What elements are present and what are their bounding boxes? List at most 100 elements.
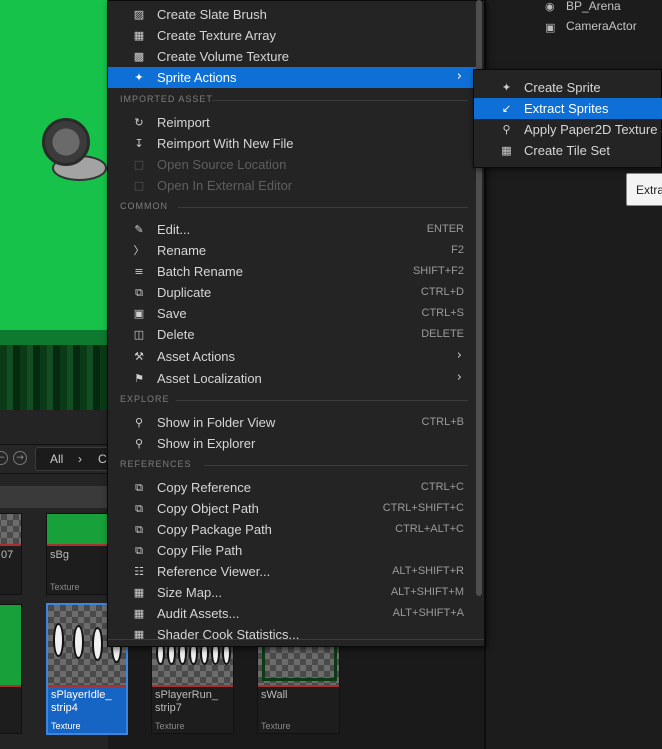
section-header-references: REFERENCES: [120, 459, 468, 473]
breadcrumb[interactable]: All › C: [35, 447, 115, 471]
outliner-item-camera-actor[interactable]: CameraActor: [566, 19, 637, 33]
breadcrumb-item[interactable]: All: [50, 452, 63, 466]
breadcrumb-item[interactable]: C: [98, 452, 107, 466]
menu-item-shortcut: CTRL+D: [420, 286, 464, 298]
asset-type: Texture: [50, 582, 80, 592]
menu-item-edit[interactable]: ✎ Edit... ENTER: [108, 219, 476, 240]
asset-tile[interactable]: 07: [0, 513, 22, 595]
content-browser-path-bar: [0, 486, 108, 508]
menu-item-label: Audit Assets...: [157, 606, 240, 621]
copy-icon: ⧉: [135, 502, 143, 515]
asset-tile[interactable]: [0, 604, 22, 734]
chevron-right-icon: ›: [456, 348, 462, 363]
menu-item-shortcut: ENTER: [426, 223, 464, 235]
menu-item-reference-viewer[interactable]: ☷ Reference Viewer... ALT+SHIFT+R: [108, 561, 476, 582]
flag-icon: ⚑: [134, 372, 144, 385]
submenu-item-apply-paper2d-texture[interactable]: ⚲ Apply Paper2D Texture S: [474, 119, 662, 140]
menu-item-label: Copy File Path: [157, 543, 243, 558]
outliner-item-bp-arena[interactable]: BP_Arena: [566, 0, 621, 13]
grass-border: [0, 330, 108, 345]
menu-item-batch-rename[interactable]: ≡ Batch Rename SHIFT+F2: [108, 261, 476, 282]
asset-tile[interactable]: sBg Texture: [46, 513, 108, 595]
menu-item-show-in-explorer[interactable]: ⚲ Show in Explorer: [108, 433, 476, 454]
submenu-item-create-sprite[interactable]: ✦ Create Sprite: [474, 77, 662, 98]
menu-item-copy-reference[interactable]: ⧉ Copy Reference CTRL+C: [108, 477, 476, 498]
menu-item-shortcut: CTRL+S: [421, 307, 465, 319]
menu-item-shortcut: DELETE: [421, 328, 464, 340]
save-icon: ▣: [133, 307, 145, 320]
wrench-icon: ⚒: [134, 350, 144, 363]
menu-item-duplicate[interactable]: ⧉ Duplicate CTRL+D: [108, 282, 476, 303]
menu-item-shortcut: SHIFT+F2: [412, 265, 464, 277]
menu-item-asset-actions[interactable]: ⚒ Asset Actions ›: [108, 346, 476, 367]
menu-item-label: Delete: [157, 327, 195, 342]
section-header-explore: EXPLORE: [120, 394, 468, 408]
menu-item-asset-localization[interactable]: ⚑ Asset Localization ›: [108, 368, 476, 389]
camera-icon: ▣: [545, 21, 556, 34]
explorer-icon: ⚲: [134, 437, 144, 450]
level-viewport[interactable]: [0, 0, 108, 410]
menu-item-shortcut: ALT+SHIFT+A: [392, 607, 464, 619]
menu-item-shortcut: ALT+SHIFT+R: [392, 565, 464, 577]
section-header-imported-asset: IMPORTED ASSET: [120, 94, 468, 108]
asset-context-menu: ▨ Create Slate Brush ▦ Create Texture Ar…: [107, 0, 485, 647]
reimport-icon: ↻: [134, 116, 144, 129]
menu-item-reimport[interactable]: ↻ Reimport: [108, 112, 476, 133]
section-title: REFERENCES: [120, 459, 192, 469]
menu-item-label: Copy Object Path: [157, 501, 259, 516]
menu-item-create-texture-array[interactable]: ▦ Create Texture Array: [108, 25, 476, 46]
apply-paper2d-icon: ⚲: [502, 123, 511, 136]
menu-item-shortcut: ALT+SHIFT+M: [390, 586, 464, 598]
menu-item-copy-package-path[interactable]: ⧉ Copy Package Path CTRL+ALT+C: [108, 519, 476, 540]
menu-item-copy-object-path[interactable]: ⧉ Copy Object Path CTRL+SHIFT+C: [108, 498, 476, 519]
asset-type-bar: [258, 685, 339, 687]
menu-item-copy-file-path[interactable]: ⧉ Copy File Path: [108, 540, 476, 561]
trash-icon: ◫: [133, 328, 145, 341]
volume-texture-icon: ▩: [133, 50, 145, 63]
menu-item-label: Rename: [157, 243, 207, 258]
chevron-right-icon: ›: [78, 452, 82, 466]
copy-icon: ⧉: [135, 544, 143, 557]
stone-sprite: [42, 118, 90, 166]
menu-item-audit-assets[interactable]: ▦ Audit Assets... ALT+SHIFT+A: [108, 603, 476, 624]
extract-sprites-icon: ↙: [501, 102, 512, 115]
reimport-new-file-icon: ↧: [134, 137, 144, 150]
menu-item-label: Reimport: [157, 115, 210, 130]
chevron-right-icon: ›: [456, 370, 462, 385]
menu-item-create-slate-brush[interactable]: ▨ Create Slate Brush: [108, 4, 476, 25]
grass-border-dark: [0, 345, 108, 410]
create-sprite-icon: ✦: [501, 81, 512, 94]
menu-item-label: Asset Localization: [157, 371, 262, 386]
submenu-item-label: Create Sprite: [524, 80, 601, 95]
folder-icon: □: [133, 158, 145, 171]
menu-item-show-in-folder-view[interactable]: ⚲ Show in Folder View CTRL+B: [108, 412, 476, 433]
menu-item-sprite-actions[interactable]: ✦ Sprite Actions ›: [108, 67, 476, 88]
asset-name: 07: [1, 549, 14, 561]
submenu-item-extract-sprites[interactable]: ↙ Extract Sprites: [474, 98, 662, 119]
brush-icon: ▨: [133, 8, 145, 21]
menu-item-size-map[interactable]: ▦ Size Map... ALT+SHIFT+M: [108, 582, 476, 603]
asset-name: sPlayerIdle_ strip4: [51, 689, 112, 714]
menu-item-label: Reference Viewer...: [157, 564, 271, 579]
menu-item-label: Copy Package Path: [157, 522, 272, 537]
submenu-item-label: Create Tile Set: [524, 143, 610, 158]
asset-type: Texture: [51, 721, 81, 731]
section-title: IMPORTED ASSET: [120, 94, 213, 104]
pencil-icon: ✎: [134, 223, 144, 236]
submenu-item-create-tile-set[interactable]: ▦ Create Tile Set: [474, 140, 662, 161]
menu-item-save[interactable]: ▣ Save CTRL+S: [108, 303, 476, 324]
menu-item-label: Edit...: [157, 222, 191, 237]
menu-item-label: Open Source Location: [157, 157, 287, 172]
menu-item-label: Save: [157, 306, 187, 321]
menu-item-delete[interactable]: ◫ Delete DELETE: [108, 324, 476, 345]
menu-item-label: Copy Reference: [157, 480, 251, 495]
menu-item-label: Sprite Actions: [157, 70, 237, 85]
menu-item-label: Show in Folder View: [157, 415, 276, 430]
menu-item-shader-cook-statistics[interactable]: ▦ Shader Cook Statistics...: [108, 624, 476, 645]
forward-icon[interactable]: →: [13, 451, 27, 465]
menu-item-rename[interactable]: 〉 Rename F2: [108, 240, 476, 261]
sprite-frame: [73, 625, 84, 659]
menu-item-reimport-with-new-file[interactable]: ↧ Reimport With New File: [108, 133, 476, 154]
menu-item-label: Create Volume Texture: [157, 49, 289, 64]
menu-item-create-volume-texture[interactable]: ▩ Create Volume Texture: [108, 46, 476, 67]
